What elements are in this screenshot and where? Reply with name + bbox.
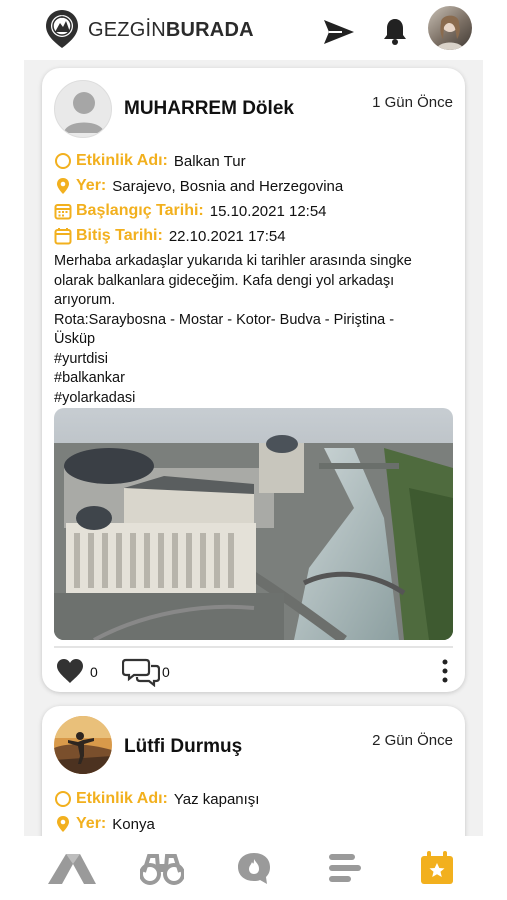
comment-icon[interactable]: [122, 657, 160, 687]
description-line: Üsküp: [54, 331, 96, 347]
post-time: 2 Gün Önce: [372, 732, 453, 749]
brand-name: GEZGİNBURADA: [88, 19, 254, 42]
circle-icon: [55, 791, 71, 807]
event-name-row: Etkinlik Adı: Balkan Tur: [54, 150, 246, 172]
bottom-nav: [0, 836, 507, 900]
location-pin-icon: [57, 816, 69, 832]
place-label: Yer:: [76, 815, 107, 832]
compass-logo-icon[interactable]: [44, 9, 80, 49]
calendar-star-icon[interactable]: [420, 850, 454, 886]
end-date-label: Bitiş Tarihi:: [76, 227, 163, 244]
heart-icon[interactable]: [56, 658, 84, 684]
calendar-grid-icon: [54, 204, 72, 220]
user-avatar[interactable]: [54, 80, 112, 138]
description-line: arıyorum.: [54, 292, 116, 308]
profile-photo: [436, 15, 464, 50]
divider: [54, 646, 453, 648]
send-icon[interactable]: [322, 17, 356, 47]
description-line: Merhaba arkadaşlar yukarıda ki tarihler …: [54, 253, 412, 269]
event-label: Etkinlik Adı:: [76, 152, 168, 169]
post-photo[interactable]: [54, 408, 453, 640]
event-value: Yaz kapanışı: [173, 790, 260, 808]
profile-avatar[interactable]: [428, 6, 472, 50]
circle-icon: [55, 153, 71, 169]
place-row: Yer: Sarajevo, Bosnia and Herzegovina: [54, 175, 343, 197]
post-username[interactable]: MUHARREM Dölek: [124, 98, 294, 120]
top-bar: GEZGİNBURADA: [0, 0, 507, 60]
bell-icon[interactable]: [380, 16, 410, 46]
binoculars-icon[interactable]: [140, 850, 184, 886]
user-photo: [54, 716, 112, 774]
place-value: Sarajevo, Bosnia and Herzegovina: [112, 177, 344, 195]
post-time: 1 Gün Önce: [372, 94, 453, 111]
start-date-label: Başlangıç Tarihi:: [76, 202, 204, 219]
list-icon[interactable]: [327, 850, 363, 886]
brand-light: GEZGİN: [88, 19, 166, 41]
end-date-row: Bitiş Tarihi: 22.10.2021 17:54: [54, 225, 286, 247]
city-river-aerial-image: [54, 408, 453, 640]
hashtag[interactable]: #yurtdisi: [54, 350, 459, 370]
place-label: Yer:: [76, 177, 107, 194]
start-date-value: 15.10.2021 12:54: [209, 202, 327, 220]
hashtag[interactable]: #yolarkadasi: [54, 389, 459, 409]
description-line: Rota:Saraybosna - Mostar - Kotor- Budva …: [54, 311, 395, 328]
location-pin-icon: [57, 178, 69, 194]
post-description: Merhaba arkadaşlar yukarıda ki tarihler …: [54, 252, 459, 408]
post-card: MUHARREM Dölek 1 Gün Önce Etkinlik Adı: …: [42, 68, 465, 692]
user-avatar[interactable]: [54, 716, 112, 774]
place-value: Konya: [112, 815, 155, 833]
more-vertical-icon[interactable]: [439, 658, 451, 684]
like-count: 0: [90, 664, 98, 680]
end-date-value: 22.10.2021 17:54: [168, 227, 286, 245]
event-value: Balkan Tur: [173, 152, 246, 170]
mountain-icon[interactable]: [46, 850, 98, 886]
post-card: Lütfi Durmuş 2 Gün Önce Etkinlik Adı: Ya…: [42, 706, 465, 836]
post-username[interactable]: Lütfi Durmuş: [124, 736, 242, 758]
chat-fire-icon[interactable]: [236, 850, 272, 886]
comment-count: 0: [162, 664, 170, 680]
place-row: Yer: Konya: [54, 813, 155, 835]
brand-bold: BURADA: [165, 19, 254, 41]
description-line: olarak balkanlara gideceğim. Kafa dengi …: [54, 272, 395, 289]
default-user-icon: [64, 92, 104, 133]
event-name-row: Etkinlik Adı: Yaz kapanışı: [54, 788, 259, 810]
hashtag[interactable]: #balkankar: [54, 369, 459, 389]
post-actions: 0 0: [54, 656, 453, 687]
event-label: Etkinlik Adı:: [76, 790, 168, 807]
start-date-row: Başlangıç Tarihi: 15.10.2021 12:54: [54, 200, 327, 222]
calendar-icon: [54, 228, 72, 245]
feed[interactable]: MUHARREM Dölek 1 Gün Önce Etkinlik Adı: …: [24, 60, 483, 836]
